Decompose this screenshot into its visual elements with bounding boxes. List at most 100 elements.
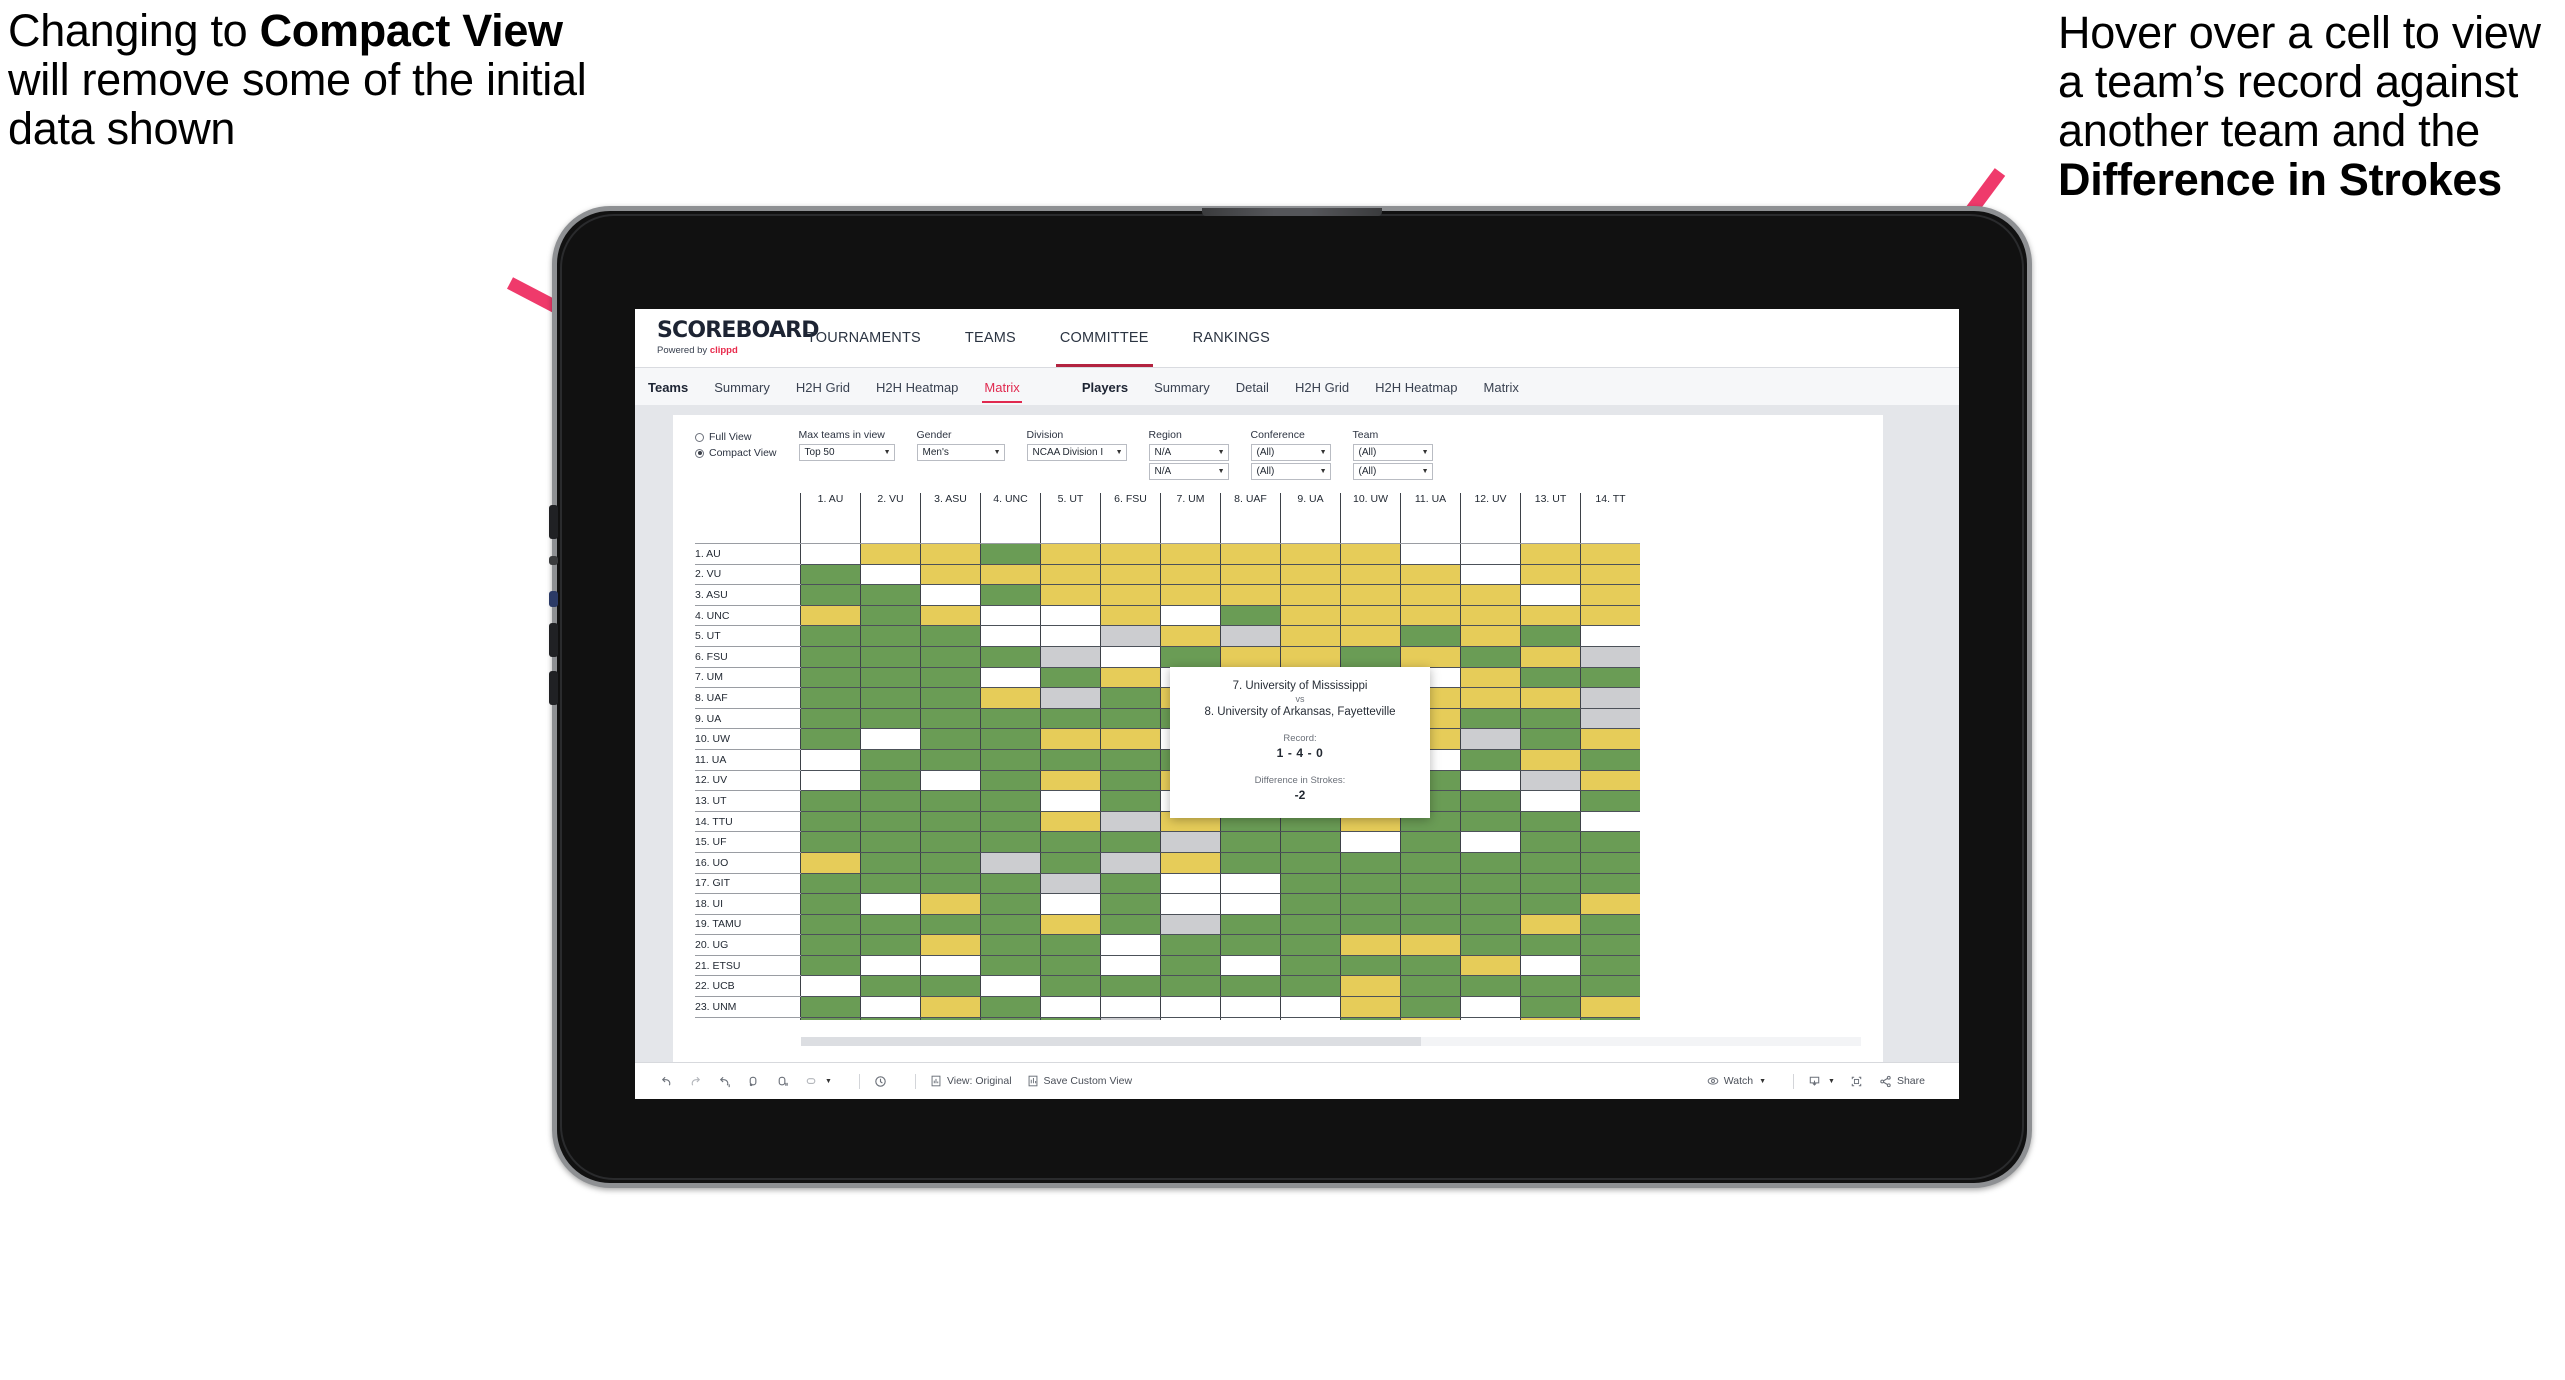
matrix-cell[interactable] [800, 1017, 861, 1020]
topnav-item-rankings[interactable]: RANKINGS [1171, 309, 1292, 367]
matrix-cell[interactable] [1520, 543, 1581, 565]
matrix-row-header[interactable]: 15. UF [695, 831, 801, 853]
subtab-teams-h2h-grid[interactable]: H2H Grid [783, 368, 863, 406]
matrix-cell[interactable] [1520, 955, 1581, 977]
matrix-cell[interactable] [1160, 543, 1221, 565]
matrix-cell[interactable] [1040, 852, 1101, 874]
matrix-cell[interactable] [1340, 625, 1401, 647]
matrix-row-header[interactable]: 8. UAF [695, 687, 801, 709]
matrix-cell[interactable] [1460, 543, 1521, 565]
matrix-cell[interactable] [1100, 934, 1161, 956]
pause-button[interactable] [775, 1074, 790, 1089]
matrix-cell[interactable] [980, 955, 1041, 977]
matrix-cell[interactable] [1400, 625, 1461, 647]
matrix-column-header[interactable]: 10. UW [1340, 493, 1401, 544]
matrix-cell[interactable] [1100, 996, 1161, 1018]
matrix-cell[interactable] [1220, 914, 1281, 936]
matrix-cell[interactable] [860, 687, 921, 709]
revert-button[interactable] [717, 1074, 732, 1089]
matrix-cell[interactable] [1520, 831, 1581, 853]
radio-option-compact-view[interactable]: Compact View [695, 447, 777, 459]
shape-select-button[interactable]: ▼ [804, 1074, 832, 1089]
matrix-cell[interactable] [1280, 543, 1341, 565]
matrix-cell[interactable] [1460, 605, 1521, 627]
matrix-row-header[interactable]: 21. ETSU [695, 955, 801, 977]
matrix-cell[interactable] [1280, 1017, 1341, 1020]
matrix-cell[interactable] [860, 605, 921, 627]
matrix-cell[interactable] [1460, 625, 1521, 647]
matrix-cell[interactable] [1160, 646, 1221, 668]
matrix-cell[interactable] [800, 605, 861, 627]
matrix-cell[interactable] [920, 667, 981, 689]
matrix-cell[interactable] [1040, 914, 1101, 936]
matrix-cell[interactable] [980, 708, 1041, 730]
matrix-cell[interactable] [1580, 687, 1640, 709]
matrix-column-header[interactable]: 6. FSU [1100, 493, 1161, 544]
matrix-cell[interactable] [860, 749, 921, 771]
matrix-cell[interactable] [1400, 646, 1461, 668]
matrix-cell[interactable] [1280, 564, 1341, 586]
matrix-cell[interactable] [1100, 893, 1161, 915]
matrix-cell[interactable] [800, 811, 861, 833]
matrix-cell[interactable] [1040, 667, 1101, 689]
matrix-cell[interactable] [860, 955, 921, 977]
matrix-cell[interactable] [980, 584, 1041, 606]
matrix-cell[interactable] [1520, 873, 1581, 895]
matrix-cell[interactable] [1100, 914, 1161, 936]
matrix-column-header[interactable]: 2. VU [860, 493, 921, 544]
matrix-cell[interactable] [1040, 996, 1101, 1018]
matrix-cell[interactable] [1580, 873, 1640, 895]
matrix-cell[interactable] [980, 770, 1041, 792]
matrix-row-header[interactable]: 1. AU [695, 543, 801, 565]
matrix-cell[interactable] [980, 934, 1041, 956]
radio-option-full-view[interactable]: Full View [695, 431, 777, 443]
matrix-cell[interactable] [1400, 605, 1461, 627]
filter-select-team-2[interactable]: (All) ▼ [1352, 463, 1433, 480]
matrix-cell[interactable] [1040, 811, 1101, 833]
matrix-cell[interactable] [1400, 543, 1461, 565]
matrix-cell[interactable] [1340, 646, 1401, 668]
matrix-row-header[interactable]: 22. UCB [695, 975, 801, 998]
matrix-column-header[interactable]: 13. UT [1520, 493, 1581, 544]
matrix-cell[interactable] [1400, 975, 1461, 998]
matrix-cell[interactable] [1100, 852, 1161, 874]
matrix-cell[interactable] [1580, 728, 1640, 750]
matrix-cell[interactable] [920, 811, 981, 833]
matrix-cell[interactable] [1520, 708, 1581, 730]
matrix-cell[interactable] [800, 934, 861, 956]
matrix-cell[interactable] [1460, 934, 1521, 956]
matrix-cell[interactable] [1580, 564, 1640, 586]
matrix-row-header[interactable]: 13. UT [695, 790, 801, 812]
matrix-cell[interactable] [920, 564, 981, 586]
filter-select-region-1[interactable]: N/A ▼ [1148, 444, 1229, 461]
matrix-cell[interactable] [1520, 770, 1581, 792]
matrix-cell[interactable] [1040, 873, 1101, 895]
matrix-cell[interactable] [920, 646, 981, 668]
download-button[interactable]: ▼ [1807, 1074, 1835, 1089]
matrix-cell[interactable] [1580, 893, 1640, 915]
matrix-cell[interactable] [1220, 605, 1281, 627]
matrix-cell[interactable] [1100, 564, 1161, 586]
matrix-cell[interactable] [1580, 543, 1640, 565]
matrix-cell[interactable] [980, 1017, 1041, 1020]
matrix-cell[interactable] [1520, 667, 1581, 689]
matrix-cell[interactable] [1520, 564, 1581, 586]
matrix-cell[interactable] [920, 584, 981, 606]
matrix-cell[interactable] [1040, 625, 1101, 647]
matrix-cell[interactable] [1280, 996, 1341, 1018]
matrix-cell[interactable] [1520, 914, 1581, 936]
matrix-cell[interactable] [860, 893, 921, 915]
matrix-cell[interactable] [860, 708, 921, 730]
matrix-cell[interactable] [1460, 584, 1521, 606]
matrix-cell[interactable] [1100, 749, 1161, 771]
matrix-column-header[interactable]: 11. UA [1400, 493, 1461, 544]
matrix-cell[interactable] [1400, 584, 1461, 606]
topnav-item-committee[interactable]: COMMITTEE [1038, 309, 1171, 367]
matrix-cell[interactable] [920, 728, 981, 750]
matrix-cell[interactable] [920, 543, 981, 565]
matrix-cell[interactable] [920, 708, 981, 730]
matrix-cell[interactable] [1460, 646, 1521, 668]
matrix-cell[interactable] [1100, 543, 1161, 565]
matrix-cell[interactable] [800, 975, 861, 998]
matrix-cell[interactable] [800, 687, 861, 709]
